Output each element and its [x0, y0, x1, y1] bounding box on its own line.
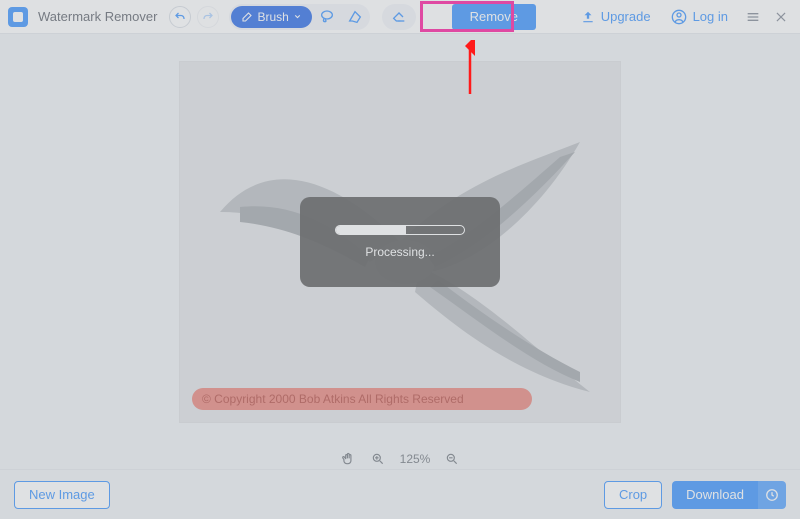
progress-fill [336, 226, 406, 234]
app-title: Watermark Remover [38, 9, 157, 24]
progress-bar [335, 225, 465, 235]
processing-overlay: Processing... [300, 197, 500, 287]
download-label: Download [686, 487, 744, 502]
redo-icon [202, 11, 214, 23]
lasso-icon [319, 9, 335, 25]
zoom-bar: 125% [0, 451, 800, 467]
brush-tool[interactable]: Brush [231, 6, 311, 28]
processing-label: Processing... [365, 245, 434, 259]
login-label: Log in [693, 9, 728, 24]
download-button[interactable]: Download [672, 481, 758, 509]
selection-tool-group: Brush [229, 4, 369, 30]
close-window-button[interactable] [770, 6, 792, 28]
app-logo [8, 7, 28, 27]
footer: New Image Crop Download [0, 469, 800, 519]
upgrade-button[interactable]: Upgrade [581, 9, 651, 24]
zoom-out-button[interactable] [444, 451, 460, 467]
upload-icon [581, 10, 595, 24]
user-icon [671, 9, 687, 25]
image-canvas[interactable]: © Copyright 2000 Bob Atkins All Rights R… [179, 61, 621, 423]
new-image-label: New Image [29, 487, 95, 502]
canvas-area: © Copyright 2000 Bob Atkins All Rights R… [0, 34, 800, 449]
toolbar: Watermark Remover Brush Remove Upgrade L… [0, 0, 800, 34]
close-icon [774, 10, 788, 24]
upgrade-label: Upgrade [601, 9, 651, 24]
login-button[interactable]: Log in [671, 9, 728, 25]
polygon-icon [347, 9, 363, 25]
clock-icon [765, 488, 779, 502]
polygon-tool[interactable] [342, 6, 368, 28]
menu-button[interactable] [742, 6, 764, 28]
brush-label: Brush [257, 10, 288, 24]
watermark-text: © Copyright 2000 Bob Atkins All Rights R… [202, 392, 464, 406]
remove-button[interactable]: Remove [452, 4, 536, 30]
zoom-out-icon [445, 452, 459, 466]
remove-label: Remove [470, 9, 518, 24]
new-image-button[interactable]: New Image [14, 481, 110, 509]
hand-icon [341, 452, 355, 466]
redo-button[interactable] [197, 6, 219, 28]
zoom-level: 125% [400, 452, 431, 466]
undo-icon [174, 11, 186, 23]
brush-icon [241, 11, 253, 23]
download-history-button[interactable] [758, 481, 786, 509]
eraser-icon [391, 9, 407, 25]
undo-button[interactable] [169, 6, 191, 28]
crop-label: Crop [619, 487, 647, 502]
lasso-tool[interactable] [314, 6, 340, 28]
eraser-tool[interactable] [382, 4, 416, 30]
hamburger-icon [745, 9, 761, 25]
chevron-down-icon [293, 12, 302, 21]
zoom-in-button[interactable] [370, 451, 386, 467]
crop-button[interactable]: Crop [604, 481, 662, 509]
download-group: Download [672, 481, 786, 509]
watermark-selection[interactable]: © Copyright 2000 Bob Atkins All Rights R… [192, 388, 532, 410]
zoom-in-icon [371, 452, 385, 466]
pan-tool[interactable] [340, 451, 356, 467]
